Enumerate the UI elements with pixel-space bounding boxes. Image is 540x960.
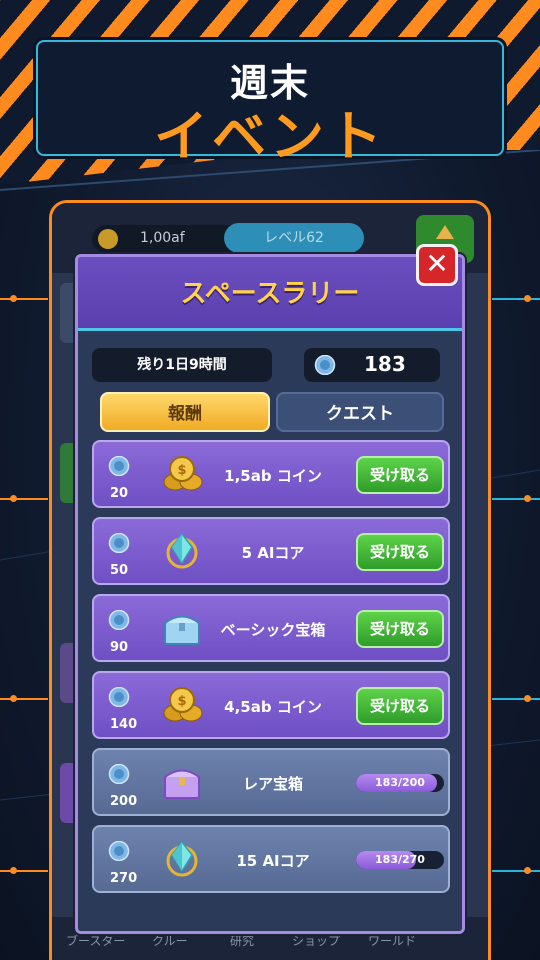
reward-label: 5 AIコア <box>241 544 305 562</box>
event-banner: 週末 イベント <box>36 40 504 168</box>
reward-row: 90 ベーシック宝箱 受け取る <box>92 594 450 662</box>
coin-balance-value: 1,00af <box>140 230 185 246</box>
reward-cost: 50 <box>110 563 129 578</box>
svg-text:$: $ <box>177 694 186 709</box>
reward-cost: 90 <box>110 640 129 655</box>
reward-cost: 140 <box>110 717 138 732</box>
modal-title: スペースラリー <box>180 279 360 309</box>
nav-research[interactable]: 研究 <box>230 932 254 949</box>
reward-progress-bar: 183/270 <box>356 851 444 869</box>
reward-label: 4,5ab コイン <box>224 698 322 716</box>
time-remaining: 残り1日9時間 <box>92 348 272 382</box>
reward-progress-bar: 183/200 <box>356 774 444 792</box>
level-badge[interactable]: レベル62 <box>224 223 364 253</box>
reward-label: 1,5ab コイン <box>224 467 322 485</box>
reward-row: 270 15 AIコア 183/270 <box>92 825 450 893</box>
reward-label: ベーシック宝箱 <box>220 621 326 639</box>
event-points: 183 <box>304 348 440 382</box>
modal-body: 残り1日9時間 183 報酬 クエスト 20 $1,5ab コイン 受け取る 50 5 … <box>78 334 462 931</box>
claim-button[interactable]: 受け取る <box>356 533 444 571</box>
event-token-icon <box>108 456 130 476</box>
event-token-icon <box>108 764 130 784</box>
reward-row: 200 レア宝箱 183/200 <box>92 748 450 816</box>
event-token-icon <box>108 610 130 630</box>
tab-quests[interactable]: クエスト <box>276 392 444 432</box>
event-points-value: 183 <box>364 352 406 376</box>
nav-boosters[interactable]: ブースター <box>66 932 125 949</box>
reward-row: 50 5 AIコア 受け取る <box>92 517 450 585</box>
reward-label: 15 AIコア <box>236 852 310 870</box>
progress-text: 183/270 <box>375 853 425 866</box>
event-token-icon <box>108 687 130 707</box>
reward-cost: 20 <box>110 486 129 501</box>
nav-world[interactable]: ワールド <box>368 932 416 949</box>
reward-label: レア宝箱 <box>242 775 303 793</box>
svg-text:$: $ <box>177 463 186 478</box>
coin-icon <box>98 229 118 249</box>
space-rally-modal: スペースラリー 残り1日9時間 183 報酬 クエスト 20 $1,5ab コイン… <box>75 254 465 934</box>
claim-button[interactable]: 受け取る <box>356 610 444 648</box>
nav-shop[interactable]: ショップ <box>292 932 340 949</box>
progress-text: 183/200 <box>375 776 425 789</box>
reward-cost: 200 <box>110 794 138 809</box>
modal-header: スペースラリー <box>78 257 462 331</box>
tab-rewards[interactable]: 報酬 <box>100 392 270 432</box>
event-token-icon <box>314 355 336 375</box>
nav-crew[interactable]: クルー <box>152 932 188 949</box>
event-token-icon <box>108 533 130 553</box>
coin-balance: 1,00af <box>92 225 242 253</box>
reward-row: 20 $1,5ab コイン 受け取る <box>92 440 450 508</box>
claim-button[interactable]: 受け取る <box>356 687 444 725</box>
event-token-icon <box>108 841 130 861</box>
reward-row: 140 $4,5ab コイン 受け取る <box>92 671 450 739</box>
reward-cost: 270 <box>110 871 138 886</box>
close-button[interactable]: ✕ <box>416 244 458 286</box>
claim-button[interactable]: 受け取る <box>356 456 444 494</box>
banner-title-line2: イベント <box>154 105 386 168</box>
